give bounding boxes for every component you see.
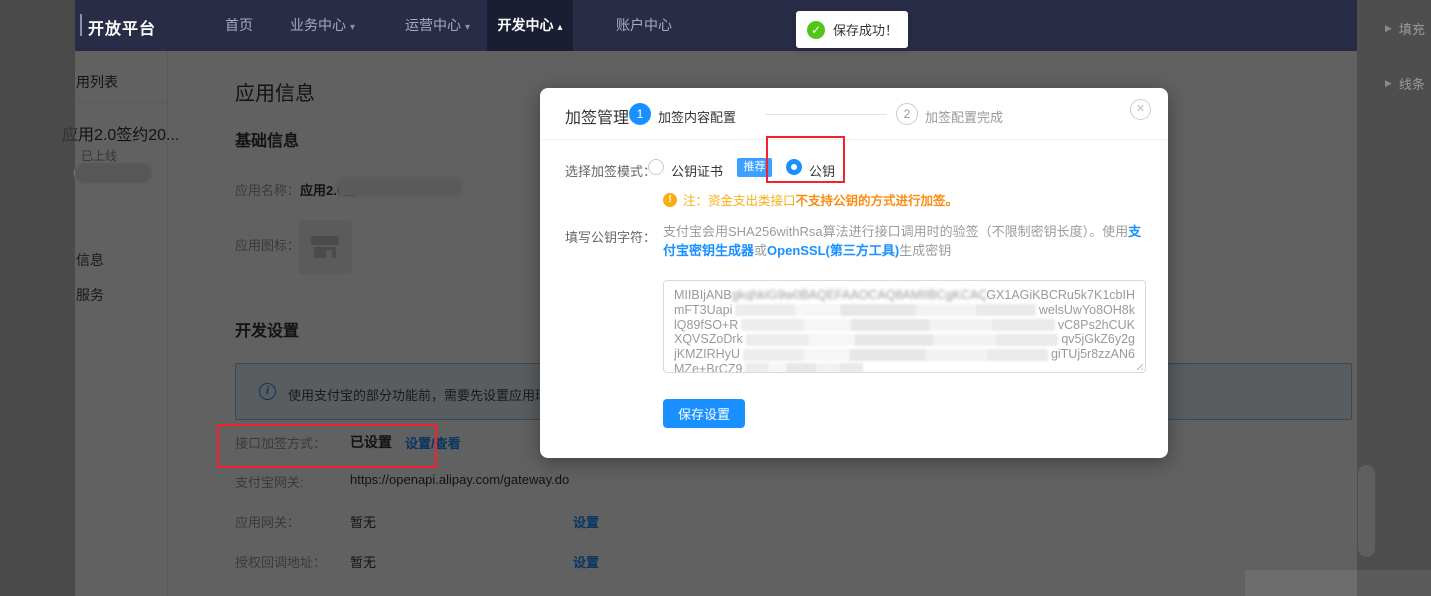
annotation-footer-area: [1245, 570, 1431, 596]
key-line: jKMZIRHyUgiTUj5r8zzAN6: [674, 347, 1135, 362]
panel-item-label: 线条: [1399, 74, 1425, 93]
scrollbar-thumb[interactable]: [1358, 465, 1375, 557]
step-2-circle: 2: [896, 103, 918, 125]
annotation-side-panel: ▶ 填充 ▶ 线条: [1357, 0, 1431, 596]
chevron-down-icon: ▾: [350, 22, 355, 33]
step-connector: [765, 114, 887, 115]
annotation-box-public-key: [766, 136, 845, 183]
step-1-circle: 1: [629, 103, 651, 125]
nav-item-business[interactable]: 业务中心▾: [290, 0, 355, 51]
caret-right-icon: ▶: [1385, 23, 1392, 34]
resize-handle[interactable]: [1134, 361, 1143, 370]
redacted-block: [745, 363, 863, 373]
option-cert-label[interactable]: 公钥证书: [671, 161, 723, 180]
save-settings-button[interactable]: 保存设置: [663, 399, 745, 428]
public-key-textarea[interactable]: MIIBIjANBgkqhkiG9w0BAQEFAAOCAQ8AMIIBCgKC…: [663, 280, 1146, 373]
panel-item-fill[interactable]: ▶ 填充: [1385, 19, 1425, 38]
warning-icon: !: [663, 193, 677, 207]
step-1-label: 加签内容配置: [658, 107, 736, 126]
screenshot-stage: ▶ 填充 ▶ 线条 开放平台 首页 业务中心▾ 运营中心▾ 开发中心▴ 账户中心…: [0, 0, 1431, 596]
key-input-label: 填写公钥字符：: [565, 227, 656, 246]
redacted-block: [746, 334, 1059, 346]
nav-item-account[interactable]: 账户中心: [616, 0, 672, 51]
key-line: mFT3UapiwelsUwYo8OH8k: [674, 303, 1135, 318]
key-line: XQVSZoDrkqv5jGkZ6y2g: [674, 332, 1135, 347]
redacted-block: [741, 319, 1055, 331]
brand-title: 开放平台: [88, 15, 156, 39]
modal-header: 加签管理 1 加签内容配置 2 加签配置完成 ✕: [540, 88, 1168, 140]
key-line: MIIBIjANBgkqhkiG9w0BAQEFAAOCAQ8AMIIBCgKC…: [674, 288, 1135, 303]
top-nav: 开放平台 首页 业务中心▾ 运营中心▾ 开发中心▴ 账户中心: [75, 0, 1357, 51]
chevron-down-icon: ▾: [465, 22, 470, 33]
sign-management-modal: 加签管理 1 加签内容配置 2 加签配置完成 ✕ 选择加签模式： 公钥证书 推荐…: [540, 88, 1168, 458]
toast-message: 保存成功！: [833, 20, 898, 39]
key-description: 支付宝会用SHA256withRsa算法进行接口调用时的验签（不限制密钥长度）。…: [663, 222, 1149, 260]
panel-item-line[interactable]: ▶ 线条: [1385, 74, 1425, 93]
radio-public-key-cert[interactable]: [648, 159, 664, 175]
modal-title: 加签管理: [565, 104, 629, 128]
annotation-box-sign-row: [217, 424, 437, 468]
fund-warning: ! 注：资金支出类接口不支持公钥的方式进行加签。: [663, 190, 958, 209]
nav-item-home[interactable]: 首页: [225, 0, 253, 51]
chevron-up-icon: ▴: [557, 22, 562, 33]
panel-item-label: 填充: [1399, 19, 1425, 38]
nav-item-operation[interactable]: 运营中心▾: [405, 0, 470, 51]
redacted-block: [743, 349, 1048, 361]
success-toast: ✓ 保存成功！: [796, 11, 908, 48]
openssl-link[interactable]: OpenSSL(第三方工具): [767, 243, 899, 258]
mode-select-label: 选择加签模式：: [565, 161, 656, 180]
key-line: MZe+BrCZ9: [674, 362, 1135, 373]
step-2-label: 加签配置完成: [925, 107, 1003, 126]
nav-item-develop[interactable]: 开发中心▴: [487, 0, 573, 51]
caret-right-icon: ▶: [1385, 78, 1392, 89]
close-icon[interactable]: ✕: [1130, 99, 1151, 120]
redacted-block: [735, 304, 1036, 316]
check-circle-icon: ✓: [807, 21, 825, 39]
brand-divider: [80, 14, 82, 36]
key-line: lQ89fSO+RvC8Ps2hCUK: [674, 318, 1135, 333]
